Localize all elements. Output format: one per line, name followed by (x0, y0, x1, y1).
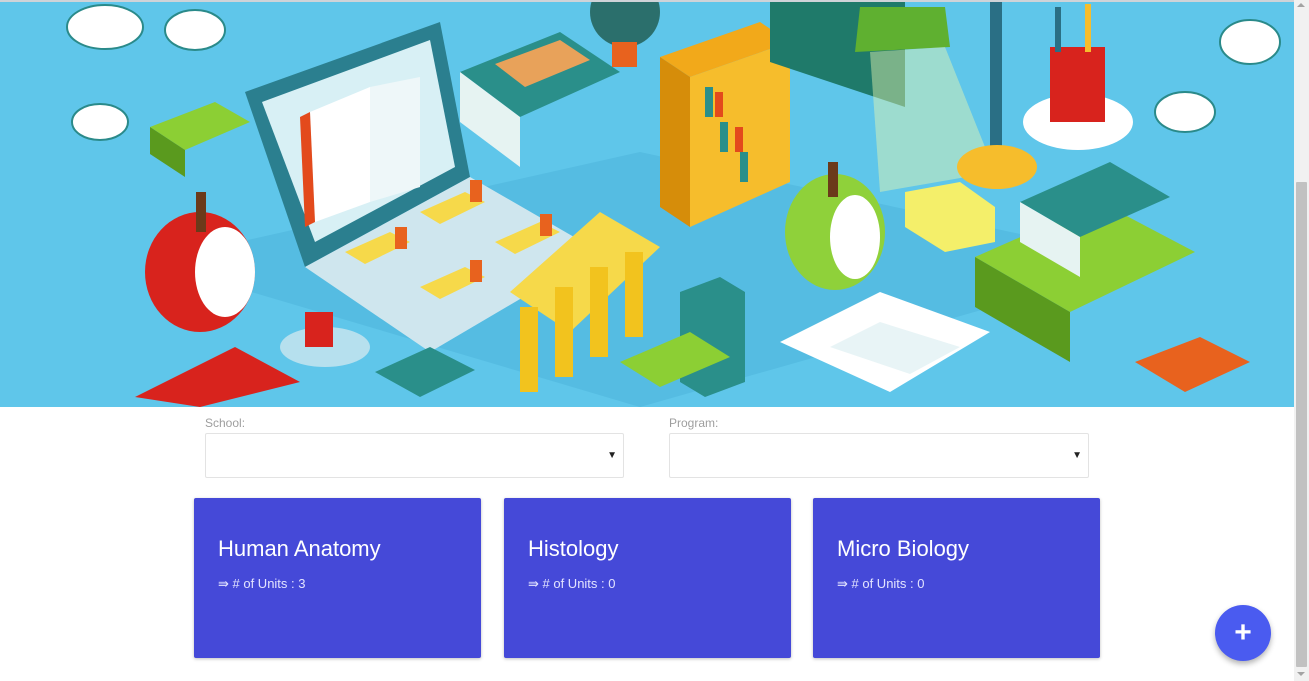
course-title: Histology (528, 536, 619, 561)
scroll-up-icon[interactable] (1297, 3, 1305, 7)
school-select[interactable]: ▼ (205, 433, 624, 478)
course-card-micro-biology[interactable]: Micro Biology ⇛ # of Units : 0 (813, 498, 1100, 658)
caret-down-icon: ▼ (607, 450, 617, 461)
plus-icon: + (1234, 616, 1252, 649)
school-label: School: (205, 416, 246, 430)
course-title: Human Anatomy (218, 536, 381, 561)
scroll-down-icon[interactable] (1297, 672, 1305, 676)
course-units: ⇛ # of Units : 3 (218, 576, 306, 591)
program-select[interactable]: ▼ (669, 433, 1089, 478)
hero-banner (0, 2, 1294, 407)
course-units: ⇛ # of Units : 0 (837, 576, 925, 591)
caret-down-icon: ▼ (1072, 450, 1082, 461)
course-units: ⇛ # of Units : 0 (528, 576, 616, 591)
scrollbar-thumb[interactable] (1296, 182, 1307, 667)
course-title: Micro Biology (837, 536, 970, 561)
program-label: Program: (669, 416, 719, 430)
course-card-histology[interactable]: Histology ⇛ # of Units : 0 (504, 498, 791, 658)
course-card-human-anatomy[interactable]: Human Anatomy ⇛ # of Units : 3 (194, 498, 481, 658)
education-illustration-icon (0, 2, 1294, 407)
add-course-button[interactable]: + (1215, 605, 1271, 661)
